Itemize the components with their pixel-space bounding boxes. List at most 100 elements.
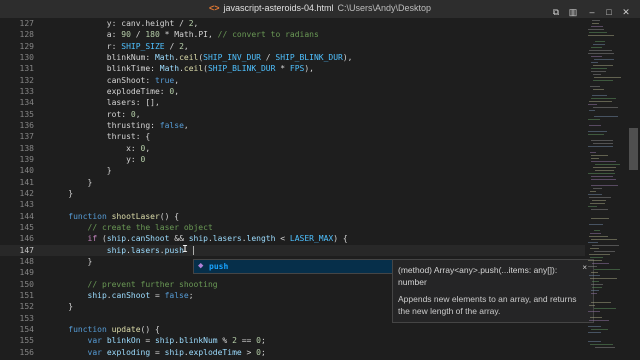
split-icon[interactable]: ▥ (565, 5, 581, 19)
code-line[interactable]: 134 lasers: [], (0, 97, 585, 108)
code-token: SHIP_INV_DUR (203, 52, 261, 62)
minimap-line (588, 173, 615, 174)
minimap-line (593, 107, 618, 108)
code-line[interactable]: 156 var exploding = ship.explodeTime > 0… (0, 347, 585, 358)
close-icon[interactable]: ✕ (618, 5, 634, 19)
code-token: ceil (183, 64, 204, 74)
code-token: , (135, 109, 141, 119)
code-line[interactable]: 155 var blinkOn = ship.blinkNum % 2 == 0… (0, 335, 585, 346)
code-line[interactable]: 127 y: canv.height / 2, (0, 18, 585, 29)
suggest-match: push (209, 262, 229, 271)
code-line[interactable]: 142 } (0, 188, 585, 199)
code-token: SHIP_BLINK_DUR (207, 64, 276, 74)
code-line[interactable]: 136 thrusting: false, (0, 120, 585, 131)
minimap-line (591, 47, 602, 48)
code-token: lasers (212, 234, 242, 244)
minimap-line (588, 146, 613, 147)
line-number: 142 (19, 188, 34, 198)
line-code: function update() { (49, 324, 160, 335)
code-token: canShoot (130, 234, 170, 244)
minimap[interactable] (588, 18, 624, 360)
code-token: blinkNum (179, 336, 218, 346)
code-token: Math (159, 64, 180, 74)
code-token: () { (140, 324, 160, 334)
code-token: ship (164, 347, 184, 357)
code-line[interactable]: 139 y: 0 (0, 154, 585, 165)
minimap-line (595, 170, 614, 171)
line-code: function shootLaser() { (49, 211, 179, 222)
line-number: 143 (19, 200, 34, 210)
code-token: } (49, 302, 74, 312)
minimap-line (588, 29, 604, 30)
code-line[interactable]: 146 if (ship.canShoot && ship.lasers.len… (0, 233, 585, 244)
code-token: : [], (135, 98, 160, 108)
code-line[interactable]: 132 canShoot: true, (0, 75, 585, 86)
code-token: } (49, 177, 93, 187)
method-icon: ◆ (198, 261, 204, 271)
code-line[interactable]: 145 // create the laser object (0, 222, 585, 233)
code-token: blinkNum (106, 52, 146, 62)
code-token: > (241, 347, 257, 357)
code-line[interactable]: 130 blinkNum: Math.ceil(SHIP_INV_DUR / S… (0, 52, 585, 63)
minimap-line (592, 95, 607, 96)
minimap-line (592, 245, 619, 246)
suggest-item-push[interactable]: ◆ push (194, 260, 393, 273)
code-token: Math (174, 30, 194, 40)
code-line[interactable]: 144 function shootLaser() { (0, 211, 585, 222)
code-line[interactable]: 131 blinkTime: Math.ceil(SHIP_BLINK_DUR … (0, 63, 585, 74)
code-line[interactable]: 129 r: SHIP_SIZE / 2, (0, 41, 585, 52)
code-line[interactable]: 147 ship.lasers.push I (0, 243, 585, 256)
code-line[interactable]: 154 function update() { (0, 324, 585, 335)
code-line[interactable]: 138 x: 0, (0, 143, 585, 154)
code-token: SHIP_SIZE (121, 41, 165, 51)
code-token: // convert to radians (217, 30, 319, 40)
code-line[interactable]: 137 thrust: { (0, 131, 585, 142)
line-code: blinkTime: Math.ceil(SHIP_BLINK_DUR * FP… (49, 63, 314, 74)
minimap-line (588, 260, 602, 261)
maximize-icon[interactable]: □ (601, 5, 617, 19)
minimap-line (592, 200, 606, 201)
minimap-line (588, 53, 614, 54)
code-token: ship (106, 245, 127, 255)
minimap-line (591, 71, 606, 72)
minimap-line (592, 263, 609, 264)
code-line[interactable]: 141 } (0, 177, 585, 188)
minimap-line (595, 41, 605, 42)
line-number: 133 (19, 86, 34, 96)
code-token: function (68, 211, 107, 221)
code-line[interactable]: 133 explodeTime: 0, (0, 86, 585, 97)
line-number: 153 (19, 313, 34, 323)
minimap-line (588, 134, 604, 135)
code-line[interactable]: 140 } (0, 165, 585, 176)
minimap-line (589, 32, 607, 33)
code-line[interactable]: 135 rot: 0, (0, 109, 585, 120)
line-number: 134 (19, 98, 34, 108)
code-token: ship (87, 290, 107, 300)
code-token: : (159, 86, 170, 96)
layout-icon[interactable]: ⧉ (548, 5, 564, 19)
code-token: } (49, 256, 93, 266)
scrollbar-thumb[interactable] (629, 128, 638, 170)
minimap-line (591, 329, 608, 330)
code-token: : (111, 19, 122, 28)
code-line[interactable]: 128 a: 90 / 180 * Math.PI, // convert to… (0, 29, 585, 40)
minimap-line (593, 188, 602, 189)
vertical-scrollbar[interactable] (627, 18, 640, 360)
minimap-line (594, 59, 614, 60)
close-icon[interactable]: × (582, 263, 587, 272)
code-token: canv (121, 19, 141, 28)
line-code: y: canv.height / 2, (49, 18, 199, 29)
code-line[interactable]: 143 (0, 199, 585, 210)
code-token: 90 (121, 30, 131, 40)
mouse-ibeam-icon: I (182, 243, 189, 255)
minimize-icon[interactable]: – (584, 5, 600, 19)
code-token: true (154, 75, 175, 85)
minimap-line (590, 248, 599, 249)
